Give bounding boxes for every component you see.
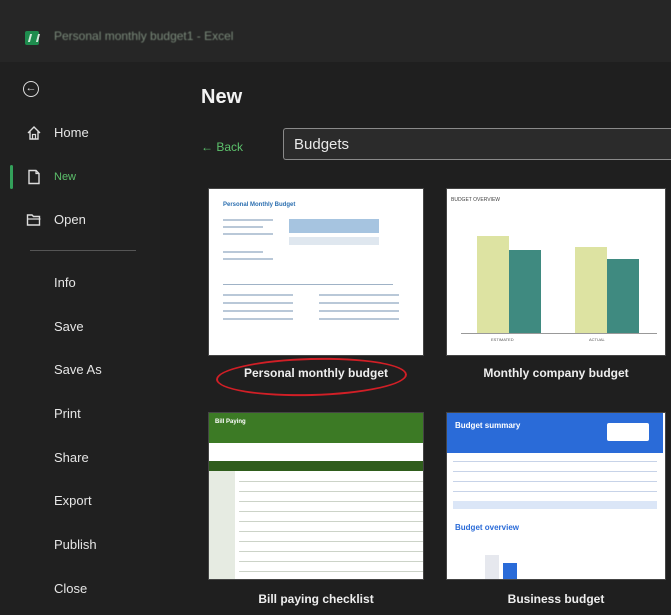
sidebar-item-close[interactable]: Close (0, 572, 160, 606)
folder-open-icon (26, 214, 41, 226)
title-bar: Personal monthly budget1 - Excel (0, 0, 671, 63)
template-card-monthly-company-budget[interactable]: BUDGET OVERVIEW ESTIMATED ACTUAL (446, 188, 666, 356)
chart-bar (477, 236, 509, 333)
sidebar-item-print[interactable]: Print (0, 397, 160, 431)
template-search-input[interactable] (283, 128, 671, 160)
chart-thumbnail: ESTIMATED ACTUAL (447, 189, 665, 355)
template-label: Monthly company budget (483, 366, 629, 380)
sidebar-item-share[interactable]: Share (0, 441, 160, 475)
template-label: Bill paying checklist (258, 592, 374, 606)
thumb-badge (607, 423, 649, 441)
sidebar-item-save-as[interactable]: Save As (0, 353, 160, 387)
template-card-personal-monthly-budget[interactable]: Personal Monthly Budget (208, 188, 424, 356)
sidebar-item-label: Save (54, 319, 84, 334)
sidebar-item-new[interactable]: New (0, 160, 160, 194)
home-icon (27, 126, 41, 140)
sidebar-item-home[interactable]: Home (0, 116, 160, 150)
sidebar-item-label: New (54, 171, 77, 183)
main-panel: New ← Back Personal Monthly Budget Perso… (160, 62, 671, 615)
sidebar-item-label: Save As (54, 362, 102, 377)
sidebar-item-label: Info (54, 275, 76, 290)
sidebar-item-label: Publish (54, 537, 97, 552)
thumb-title: Personal Monthly Budget (223, 202, 296, 208)
back-link[interactable]: ← Back (201, 140, 243, 154)
sidebar-item-label: Print (54, 406, 81, 421)
thumb-header (209, 413, 423, 443)
template-card-bill-paying-checklist[interactable]: Bill Paying (208, 412, 424, 580)
thumb-title: Budget summary (455, 421, 521, 430)
sidebar-item-label: Share (54, 450, 89, 465)
excel-logo-icon (25, 31, 39, 45)
sidebar-item-save[interactable]: Save (0, 310, 160, 344)
thumb-table-header (209, 461, 423, 471)
sidebar-item-label: Open (54, 212, 86, 227)
sidebar-item-label: Export (54, 493, 92, 508)
thumb-subtitle: Budget overview (455, 523, 520, 532)
new-file-icon (28, 169, 40, 185)
chart-category-label: ESTIMATED (491, 337, 514, 342)
sidebar-divider (30, 250, 136, 251)
sidebar-item-export[interactable]: Export (0, 484, 160, 518)
template-label: Business budget (507, 592, 605, 606)
chart-category-label: ACTUAL (589, 337, 605, 342)
thumb-title: Bill Paying (215, 419, 246, 425)
window-title: Personal monthly budget1 - Excel (54, 29, 234, 43)
sidebar-item-label: Home (54, 125, 89, 140)
sidebar-item-open[interactable]: Open (0, 203, 160, 237)
back-arrow-icon[interactable]: ← (23, 81, 39, 97)
chart-bar (607, 259, 639, 333)
chart-axis (461, 333, 657, 334)
sidebar-item-label: Close (54, 581, 88, 596)
page-title: New (201, 86, 243, 108)
template-card-business-budget[interactable]: Budget summary Budget overview (446, 412, 666, 580)
sidebar-item-publish[interactable]: Publish (0, 528, 160, 562)
thumb-row-headers (209, 471, 235, 579)
sidebar-item-info[interactable]: Info (0, 266, 160, 300)
backstage-sidebar: ← Home New Open Info Save Save As Print … (0, 62, 160, 615)
chart-bar (575, 247, 607, 333)
chart-bar (509, 250, 541, 333)
